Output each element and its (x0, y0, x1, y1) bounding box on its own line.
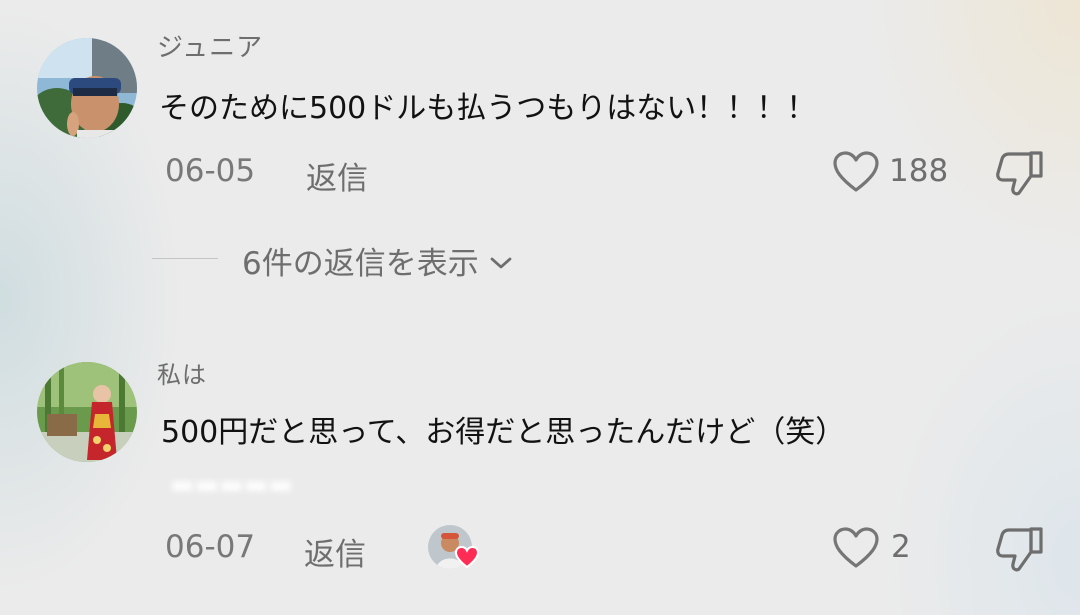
reply-button[interactable]: 返信 (306, 153, 368, 198)
dislike-button[interactable] (995, 148, 1045, 198)
commenter-avatar[interactable] (37, 38, 137, 138)
commenter-avatar[interactable] (37, 362, 137, 462)
view-replies-label: 6件の返信を表示 (242, 246, 479, 282)
view-replies-button[interactable]: 6件の返信を表示 (242, 238, 513, 283)
creator-liked-badge (428, 525, 480, 573)
comment-date: 06-07 (165, 529, 256, 565)
like-button[interactable] (832, 526, 880, 570)
comment-text: 500円だと思って、お得だと思ったんだけど（笑） (161, 415, 846, 450)
comment-date: 06-05 (165, 153, 256, 189)
heart-badge-icon (454, 545, 480, 573)
comment-text: そのために500ドルも払うつもりはない！！！！ (159, 91, 817, 126)
comment-username[interactable]: 私は (157, 355, 207, 390)
heart-outline-icon (832, 150, 880, 194)
replies-divider (152, 258, 218, 259)
chevron-down-icon (489, 243, 513, 279)
like-count: 2 (891, 529, 911, 565)
like-count: 188 (889, 153, 949, 189)
heart-outline-icon (832, 526, 880, 570)
obscured-text: ▬▬▬▬▬ (170, 470, 293, 500)
thumbs-down-icon (995, 148, 1045, 198)
like-button[interactable] (832, 150, 880, 194)
dislike-button[interactable] (995, 524, 1045, 574)
reply-button[interactable]: 返信 (304, 529, 366, 574)
comment-username[interactable]: ジュニア (157, 27, 263, 64)
thumbs-down-icon (995, 524, 1045, 574)
